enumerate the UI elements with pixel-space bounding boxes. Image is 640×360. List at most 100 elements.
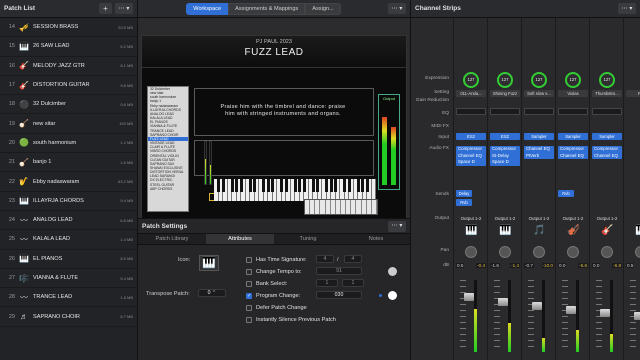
audio-fx-stack[interactable]: Channel EQ PtVerb [524, 146, 554, 159]
black-key[interactable] [248, 179, 252, 192]
audio-fx-slot[interactable]: Space D [456, 159, 486, 166]
defer-patch-change-checkbox[interactable] [246, 305, 252, 311]
input-slot[interactable]: ES2 [456, 133, 486, 140]
patch-list-row[interactable]: 22 🎷 Ebby nadaswaram 63.2 MB [0, 172, 137, 192]
view-tab-assignments-mappings[interactable]: Assignments & Mappings [228, 2, 306, 15]
change-tempo-checkbox[interactable] [246, 269, 252, 275]
send-slot[interactable]: Rvb [558, 190, 574, 197]
patch-list-row[interactable]: 19 🪕 new sitar 193 MB [0, 114, 137, 134]
fader-handle[interactable] [634, 312, 640, 320]
patch-list-row[interactable]: 23 🎹 ILLAYRJA CHORDS 9.4 MB [0, 192, 137, 211]
expression-knob[interactable]: 127 [463, 72, 479, 88]
audio-fx-slot[interactable]: Channel EQ [592, 153, 622, 160]
tab-tuning[interactable]: Tuning [274, 234, 342, 244]
eq-thumbnail[interactable] [490, 108, 520, 115]
black-key[interactable] [221, 179, 225, 192]
output-slot[interactable]: Output 1-2 [524, 216, 554, 221]
keyboard[interactable] [214, 179, 376, 201]
pan-knob[interactable] [567, 246, 579, 258]
eq-thumbnail[interactable] [592, 108, 622, 115]
send-slot[interactable]: Rvb [456, 199, 472, 206]
pan-knob[interactable] [635, 246, 640, 258]
pan-knob[interactable] [499, 246, 511, 258]
patch-list-row[interactable]: 28 〰 TRANCE LEAD 1.8 MB [0, 288, 137, 308]
black-key[interactable] [266, 179, 270, 192]
second-keyboard[interactable] [304, 199, 378, 215]
black-key[interactable] [280, 179, 283, 192]
view-tab-workspace[interactable]: Workspace [186, 2, 229, 15]
audio-fx-stack[interactable]: Compressor Channel EQ Space D [456, 146, 486, 166]
audio-fx-slot[interactable]: Compressor [456, 146, 486, 153]
black-key[interactable] [217, 179, 220, 192]
time-signature-denominator[interactable]: 4 [344, 255, 362, 263]
patch-list-row[interactable]: 20 🟢 south harmonium 1.2 MB [0, 134, 137, 154]
patch-list-row[interactable]: 29 ♬ SAPRANO CHOIR 6.7 MB [0, 307, 137, 327]
patch-list-row[interactable]: 15 🎹 26 SAW LEAD 5.2 MB [0, 37, 137, 57]
expression-knob[interactable]: 127 [565, 72, 581, 88]
volume-fader[interactable] [460, 280, 482, 352]
bank-select-checkbox[interactable] [246, 281, 252, 287]
volume-fader[interactable] [630, 280, 640, 352]
output-slot[interactable]: Output 1-2 [456, 216, 486, 221]
toolbar-menu-button[interactable]: ⋯ ▾ [388, 3, 406, 14]
time-signature-numerator[interactable]: 4 [316, 255, 334, 263]
black-key[interactable] [293, 179, 297, 192]
black-key[interactable] [262, 179, 265, 192]
tab-patch-library[interactable]: Patch Library [138, 234, 206, 244]
black-key[interactable] [316, 179, 319, 192]
volume-fader[interactable] [528, 280, 550, 352]
expression-knob[interactable]: 127 [497, 72, 513, 88]
setting-button[interactable]: Violas [558, 90, 588, 97]
black-key[interactable] [230, 179, 234, 192]
has-time-signature-checkbox[interactable] [246, 257, 252, 263]
audio-fx-slot[interactable]: Channel EQ [558, 153, 588, 160]
input-slot[interactable]: Sampler [592, 133, 622, 140]
audio-fx-stack[interactable]: Compressor St-Delay Space D [490, 146, 520, 166]
black-key[interactable] [298, 179, 301, 192]
patch-icon-selector[interactable]: 🎹 [199, 255, 219, 271]
fader-handle[interactable] [464, 292, 474, 301]
black-key[interactable] [284, 179, 288, 192]
white-key[interactable] [371, 200, 377, 214]
keyboard-keys[interactable] [214, 179, 376, 201]
patch-list-row[interactable]: 24 〰 ANALOG LEAD 6.8 MB [0, 211, 137, 231]
black-key[interactable] [334, 179, 337, 192]
black-key[interactable] [271, 179, 274, 192]
pan-knob[interactable] [465, 246, 477, 258]
input-slot[interactable]: ES2 [490, 133, 520, 140]
eq-thumbnail[interactable] [456, 108, 486, 115]
volume-fader[interactable] [562, 280, 584, 352]
program-change-slider-knob[interactable] [388, 291, 397, 300]
audio-fx-slot[interactable]: Channel EQ [524, 146, 554, 153]
output-slot[interactable]: Output 1-2 [592, 216, 622, 221]
patch-list-row[interactable]: 17 🎸 DISTORTION GUITAR 9.8 MB [0, 76, 137, 96]
patch-settings-menu-button[interactable]: ⋯ ▾ [388, 220, 406, 232]
input-slot[interactable]: Sampler [558, 133, 588, 140]
fader-handle[interactable] [600, 308, 610, 317]
black-key[interactable] [356, 179, 360, 192]
audio-fx-slot[interactable]: Compressor [592, 146, 622, 153]
audio-fx-slot[interactable]: Space D [490, 159, 520, 166]
setting-button[interactable]: Thumbstro... [592, 90, 622, 97]
black-key[interactable] [239, 179, 243, 192]
tempo-field[interactable]: 91 [316, 267, 362, 275]
patch-picker-item[interactable]: ABP CHORDS [148, 187, 188, 191]
black-key[interactable] [235, 179, 238, 192]
black-key[interactable] [302, 179, 306, 192]
pan-knob[interactable] [533, 246, 545, 258]
tab-notes[interactable]: Notes [342, 234, 410, 244]
output-slot[interactable]: Output 1-2 [490, 216, 520, 221]
black-key[interactable] [343, 179, 346, 192]
audio-fx-slot[interactable]: Compressor [490, 146, 520, 153]
black-key[interactable] [329, 179, 333, 192]
tab-attributes[interactable]: Attributes [206, 234, 274, 244]
tempo-slider-knob[interactable] [388, 267, 397, 276]
white-key[interactable] [371, 179, 376, 201]
black-key[interactable] [311, 179, 315, 192]
setting-button[interactable]: 011-Anda... [456, 90, 486, 97]
audio-fx-stack[interactable]: Compressor Channel EQ [558, 146, 588, 159]
patch-picker-list[interactable]: 32 Dulcimber new sitar south harmonium banj… [147, 86, 189, 212]
channel-strips-menu-button[interactable]: ⋯ ▾ [618, 3, 636, 14]
patch-list-row[interactable]: 18 ⚫ 32 Dulcimber 0.6 MB [0, 95, 137, 115]
add-patch-button[interactable]: + [99, 3, 112, 14]
